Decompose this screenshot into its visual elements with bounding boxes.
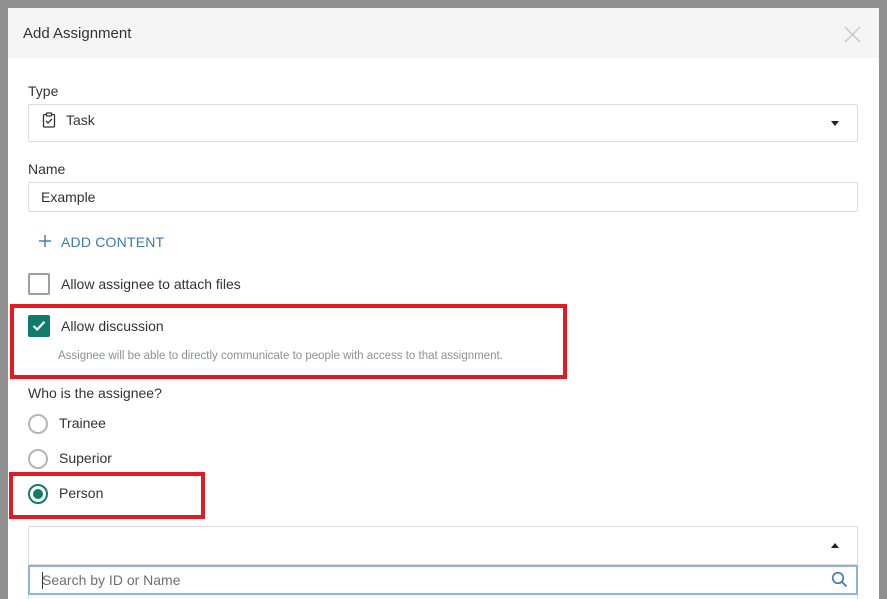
- checkmark-icon: [32, 321, 46, 332]
- radio-trainee[interactable]: [28, 414, 48, 434]
- dialog-header: Add Assignment: [8, 8, 879, 58]
- radio-superior-label: Superior: [59, 450, 112, 466]
- text-cursor: [42, 572, 43, 589]
- chevron-down-icon: [831, 121, 839, 126]
- plus-icon: [38, 234, 52, 248]
- chevron-up-icon: [831, 543, 839, 548]
- person-select[interactable]: [28, 526, 858, 565]
- person-search-input[interactable]: [30, 567, 820, 593]
- allow-discussion-checkbox[interactable]: [28, 315, 50, 337]
- dialog-title: Add Assignment: [23, 25, 132, 42]
- allow-discussion-label: Allow discussion: [61, 318, 164, 334]
- discussion-highlight-box: [10, 304, 567, 379]
- person-dropdown-list: [28, 595, 858, 599]
- type-label: Type: [28, 83, 59, 99]
- name-label: Name: [28, 161, 66, 177]
- person-search-box: [28, 565, 858, 595]
- type-value: Task: [66, 112, 95, 128]
- allow-discussion-hint: Assignee will be able to directly commun…: [58, 350, 503, 362]
- assignee-question: Who is the assignee?: [28, 385, 162, 401]
- add-content-label: ADD CONTENT: [61, 234, 165, 250]
- attach-files-label: Allow assignee to attach files: [61, 276, 241, 292]
- radio-trainee-label: Trainee: [59, 415, 106, 431]
- radio-person-label: Person: [59, 485, 104, 501]
- radio-person[interactable]: [28, 484, 48, 504]
- add-assignment-dialog: Add Assignment Type Task Name Example AD…: [8, 8, 879, 599]
- search-icon[interactable]: [831, 571, 848, 588]
- type-select[interactable]: Task: [28, 104, 858, 142]
- radio-superior[interactable]: [28, 449, 48, 469]
- close-icon[interactable]: [844, 26, 861, 43]
- name-input[interactable]: [28, 182, 858, 212]
- task-clipboard-icon: [42, 112, 56, 128]
- attach-files-checkbox[interactable]: [28, 273, 50, 295]
